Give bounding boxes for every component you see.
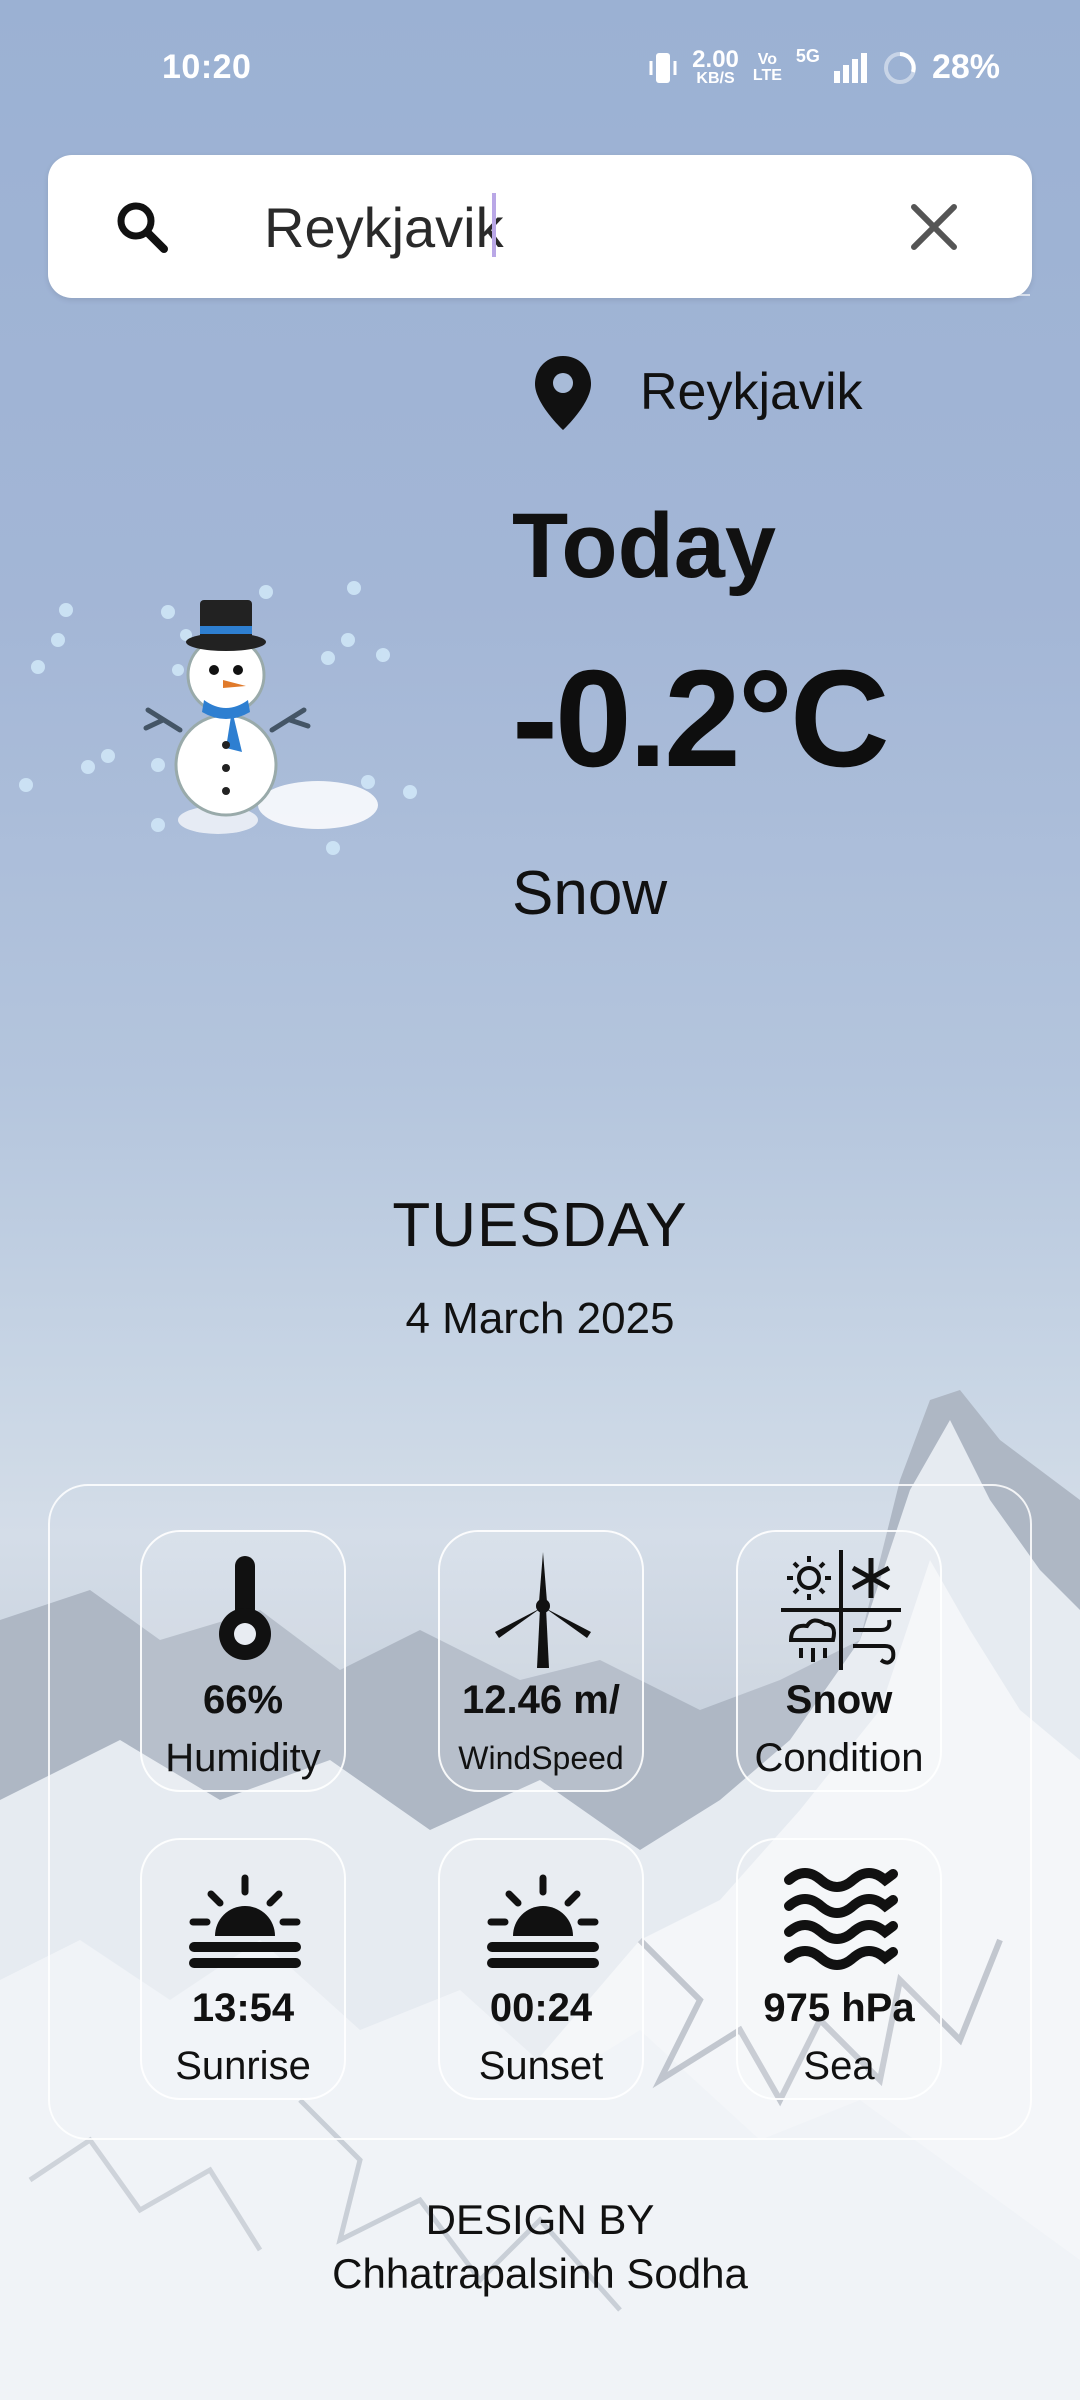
humidity-value: 66% — [202, 1678, 284, 1722]
location-pin-icon — [535, 356, 591, 430]
battery-ring-icon — [883, 51, 916, 84]
status-icons: 2.00 KB/S Vo LTE 5G 28% — [648, 45, 1000, 87]
text-caret — [492, 193, 496, 257]
wind-speed-card: 12.46 m/ WindSpeed — [438, 1530, 644, 1792]
stats-panel: 66% Humidity 12.46 m/ WindSpeed Snow Con… — [48, 1484, 1032, 2140]
net-speed: 2.00 KB/S — [692, 45, 739, 87]
today-heading: Today — [512, 495, 777, 597]
design-by-label: DESIGN BY — [425, 2196, 655, 2243]
wind-speed-label: WindSpeed — [458, 1740, 624, 1776]
wind-turbine-icon — [495, 1552, 591, 1668]
wind-speed-value: 12.46 m/ — [462, 1678, 620, 1722]
temperature: -0.2°C — [512, 642, 890, 796]
day-of-week: TUESDAY — [392, 1191, 688, 1260]
condition-label: Condition — [754, 1736, 924, 1780]
search-bar[interactable] — [48, 155, 1032, 298]
vibrate-icon — [649, 52, 677, 83]
thermometer-icon — [219, 1556, 271, 1660]
sunrise-label: Sunrise — [175, 2044, 311, 2088]
sunset-card: 00:24 Sunset — [438, 1838, 644, 2100]
pressure-label: Sea — [803, 2044, 875, 2088]
humidity-card: 66% Humidity — [140, 1530, 346, 1792]
sunset-value: 00:24 — [489, 1986, 593, 2030]
network-type: 5G — [795, 46, 820, 66]
condition-card: Snow Condition — [736, 1530, 942, 1792]
weather-condition-icon — [781, 1550, 901, 1670]
pressure-value: 975 hPa — [763, 1986, 915, 2030]
search-input[interactable] — [216, 189, 916, 265]
sunrise-value: 13:54 — [191, 1986, 295, 2030]
sunrise-card: 13:54 Sunrise — [140, 1838, 346, 2100]
status-time: 10:20 — [162, 48, 252, 86]
sunrise-icon — [189, 1874, 301, 1968]
location-name: Reykjavik — [640, 363, 863, 421]
sunset-label: Sunset — [478, 2044, 604, 2088]
weather-condition: Snow — [512, 859, 668, 928]
waves-icon — [784, 1868, 898, 1970]
full-date: 4 March 2025 — [405, 1294, 675, 1343]
search-underline — [190, 294, 1030, 296]
search-icon[interactable] — [112, 197, 172, 257]
humidity-label: Humidity — [165, 1736, 321, 1780]
signal-icon — [833, 52, 867, 83]
pressure-card: 975 hPa Sea — [736, 1838, 942, 2100]
sunset-icon — [487, 1874, 599, 1968]
battery-percent: 28% — [931, 48, 1000, 86]
close-icon[interactable] — [906, 199, 962, 255]
volte-indicator: Vo LTE — [752, 50, 782, 84]
designer-name: Chhatrapalsinh Sodha — [332, 2250, 748, 2297]
condition-value: Snow — [785, 1678, 893, 1722]
snowman-icon — [19, 581, 417, 855]
